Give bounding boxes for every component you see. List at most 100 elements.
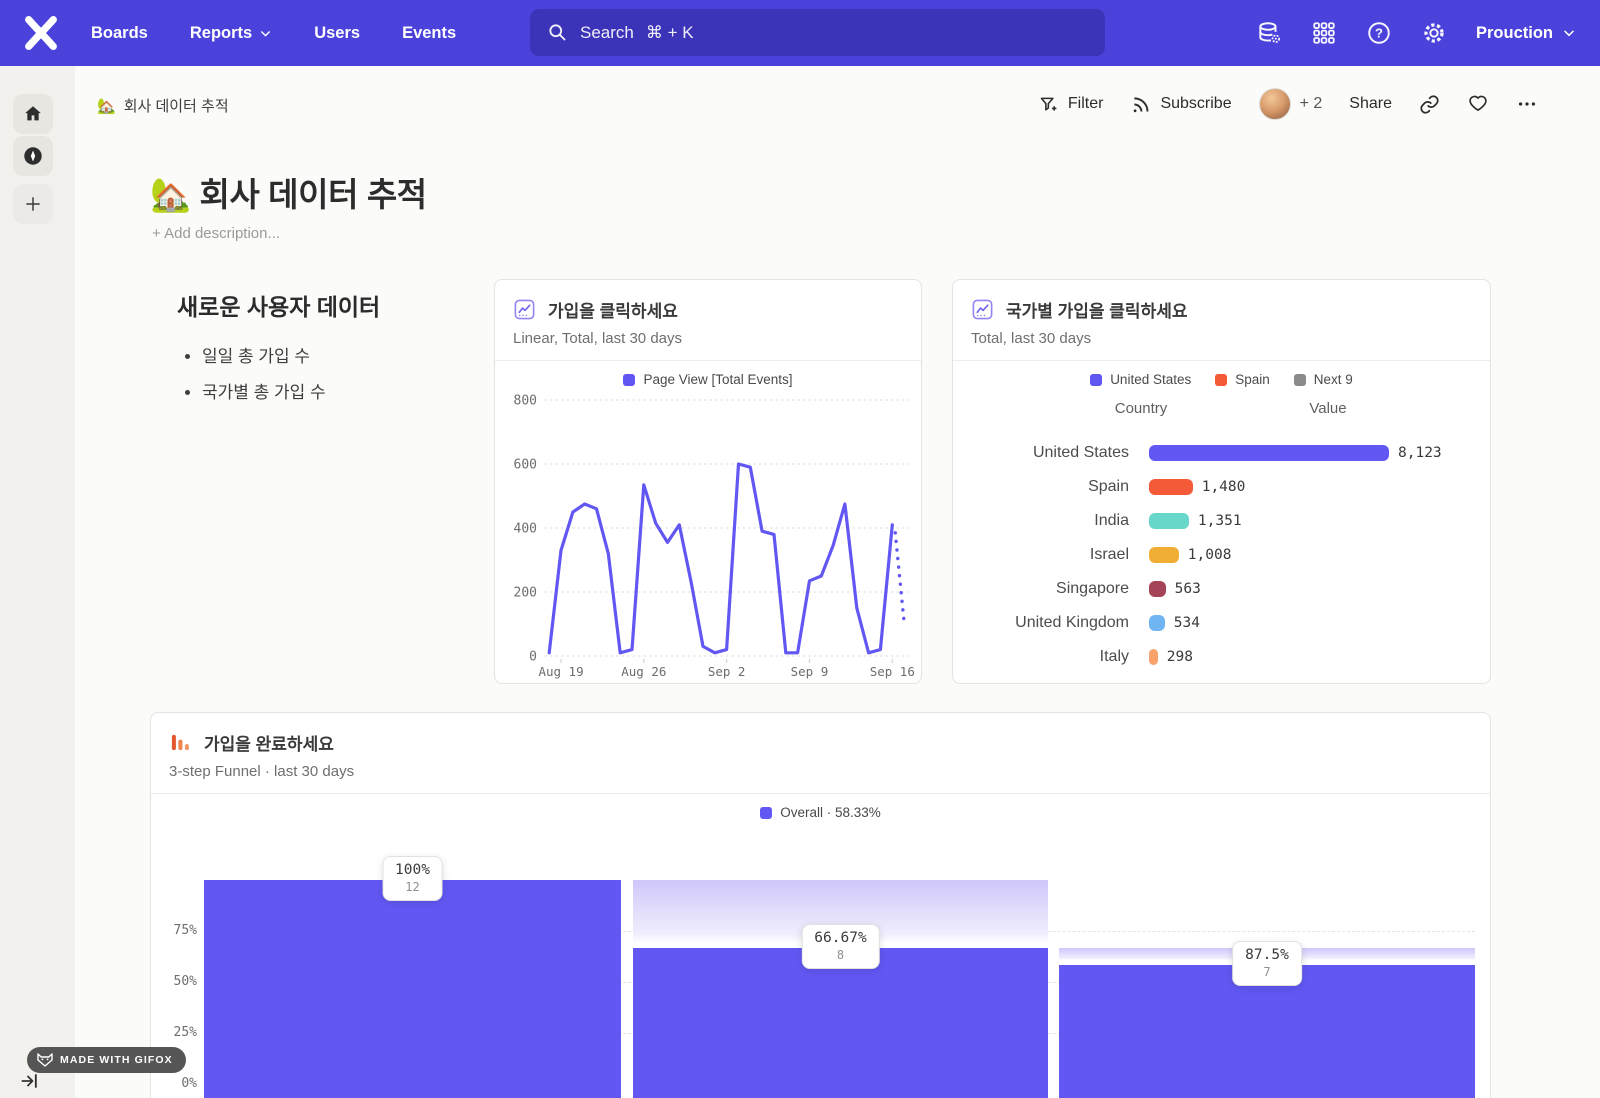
step-conversion-pct: 66.67% [814, 930, 866, 946]
left-sidebar [0, 66, 75, 1098]
legend-item[interactable]: United States [1090, 372, 1191, 387]
chart-subtitle: Total, last 30 days [971, 330, 1472, 347]
legend-item[interactable]: Next 9 [1294, 372, 1353, 387]
table-row[interactable]: Italy298 [953, 640, 1490, 674]
nav-boards[interactable]: Boards [91, 24, 148, 43]
svg-text:400: 400 [514, 522, 537, 537]
chart-title: 가입을 클릭하세요 [548, 297, 678, 322]
step-conversion-pct: 100% [395, 862, 430, 878]
table-row[interactable] [953, 674, 1490, 684]
collaborators[interactable]: + 2 [1259, 88, 1323, 120]
country-label: Spain [953, 478, 1149, 496]
fox-icon [37, 1053, 53, 1067]
funnel-step-tooltip: 100%12 [382, 856, 443, 901]
link-icon [1419, 94, 1440, 115]
top-nav: Boards Reports Users Events Search ⌘ + K… [0, 0, 1600, 66]
table-row[interactable]: United Kingdom534 [953, 606, 1490, 640]
table-row[interactable]: Israel1,008 [953, 538, 1490, 572]
subscribe-button[interactable]: Subscribe [1130, 94, 1231, 115]
collapse-sidebar-button[interactable] [20, 1072, 40, 1090]
data-management-icon[interactable] [1256, 20, 1282, 46]
chart-legend: United States Spain Next 9 [953, 372, 1490, 387]
chart-title: 가입을 완료하세요 [204, 730, 334, 755]
nav-reports[interactable]: Reports [190, 24, 272, 43]
value-bar [1149, 615, 1165, 631]
step-conversion-pct: 87.5% [1245, 947, 1289, 963]
value-label: 1,008 [1188, 547, 1232, 563]
nav-events[interactable]: Events [402, 24, 456, 43]
nav-users[interactable]: Users [314, 24, 360, 43]
value-bar [1149, 547, 1179, 563]
country-bar-card[interactable]: 국가별 가입을 클릭하세요 Total, last 30 days United… [952, 279, 1491, 684]
help-icon[interactable]: ? [1366, 20, 1392, 46]
value-bar [1149, 649, 1158, 665]
search-label: Search [580, 23, 634, 43]
text-widget-bullet: 일일 총 가입 수 [202, 342, 326, 367]
more-menu-button[interactable] [1516, 93, 1538, 115]
svg-text:Sep 16: Sep 16 [870, 664, 915, 679]
home-button[interactable] [13, 94, 53, 134]
filter-button[interactable]: Filter [1038, 94, 1104, 115]
legend-item[interactable]: Page View [Total Events] [623, 372, 792, 387]
value-bar [1149, 513, 1189, 529]
funnel-card[interactable]: 가입을 완료하세요 3-step Funnel · last 30 days O… [150, 712, 1491, 1098]
mixpanel-logo-icon[interactable] [22, 14, 60, 52]
table-row[interactable]: Singapore563 [953, 572, 1490, 606]
gifox-badge: MADE WITH GIFOX [27, 1047, 186, 1073]
svg-text:Aug 19: Aug 19 [538, 664, 583, 679]
search-input[interactable]: Search ⌘ + K [530, 9, 1105, 56]
funnel-step-bar[interactable] [204, 880, 621, 1098]
rss-icon [1130, 94, 1151, 115]
heart-icon [1467, 93, 1489, 115]
funnel-step-tooltip: 87.5% 7 [1232, 941, 1302, 986]
value-bar [1149, 683, 1157, 684]
value-bar [1149, 479, 1193, 495]
settings-gear-icon[interactable] [1421, 20, 1447, 46]
chevron-down-icon [259, 27, 272, 40]
value-label: 1,351 [1198, 513, 1242, 529]
ellipsis-icon [1516, 93, 1538, 115]
compass-icon [22, 145, 44, 167]
country-label: Italy [953, 648, 1149, 666]
project-switcher[interactable]: Prouction [1476, 24, 1576, 43]
legend-swatch [760, 807, 772, 819]
legend-item[interactable]: Spain [1215, 372, 1270, 387]
table-row[interactable]: United States8,123 [953, 436, 1490, 470]
chart-legend: Overall · 58.33% [151, 805, 1490, 820]
apps-grid-icon[interactable] [1311, 20, 1337, 46]
explore-button[interactable] [13, 136, 53, 176]
filter-icon [1038, 94, 1059, 115]
legend-item[interactable]: Overall · 58.33% [760, 805, 881, 820]
table-row[interactable]: Spain 1,480 [953, 470, 1490, 504]
chart-subtitle: Linear, Total, last 30 days [513, 330, 903, 347]
funnel-step-bar[interactable] [633, 948, 1048, 1098]
column-header-value: Value [1248, 400, 1408, 417]
share-button[interactable]: Share [1349, 95, 1392, 113]
line-chart-icon [971, 298, 994, 321]
country-label: United Kingdom [953, 614, 1149, 632]
collaborator-count: + 2 [1300, 95, 1323, 113]
y-axis-label: 25% [157, 1025, 197, 1040]
line-chart-card[interactable]: 가입을 클릭하세요 Linear, Total, last 30 days Pa… [494, 279, 922, 684]
value-bar [1149, 445, 1389, 461]
create-button[interactable] [13, 184, 53, 224]
line-chart-icon [513, 298, 536, 321]
table-row[interactable]: India1,351 [953, 504, 1490, 538]
funnel-chart-icon [169, 731, 192, 754]
copy-link-button[interactable] [1419, 94, 1440, 115]
add-description-button[interactable]: + Add description... [152, 225, 280, 242]
svg-text:Sep 2: Sep 2 [708, 664, 746, 679]
country-label: United States [953, 444, 1149, 462]
breadcrumb[interactable]: 🏡 회사 데이터 추적 [97, 95, 229, 116]
column-header-country: Country [1061, 400, 1221, 417]
svg-text:600: 600 [514, 458, 537, 473]
search-shortcut: ⌘ + K [646, 23, 694, 43]
funnel-step-tooltip: 66.67%8 [801, 924, 879, 969]
board-emoji: 🏡 [97, 97, 116, 115]
step-count: 7 [1245, 965, 1289, 979]
chart-legend: Page View [Total Events] [495, 372, 921, 387]
favorite-button[interactable] [1467, 93, 1489, 115]
value-label: 1,480 [1202, 479, 1246, 495]
legend-swatch [1090, 374, 1102, 386]
svg-text:?: ? [1375, 26, 1383, 41]
